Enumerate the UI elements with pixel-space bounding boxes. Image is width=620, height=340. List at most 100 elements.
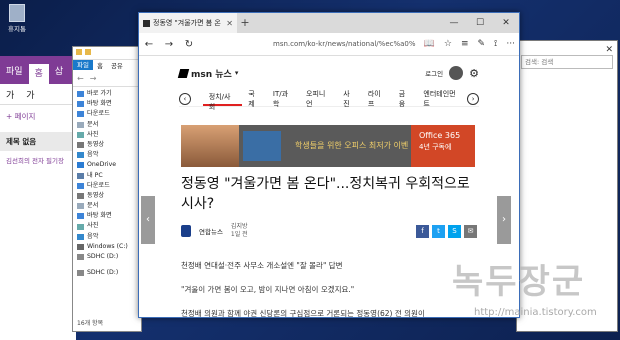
author-info: 김지방 1일 전 [230,223,248,238]
tree-item[interactable]: 동영상 [73,191,141,201]
nav-item-it[interactable]: IT/과학 [267,89,300,109]
share-buttons: f t S ✉ [416,224,477,238]
favorite-star-icon[interactable]: ☆ [444,39,452,49]
onenote-tab-file[interactable]: 파일 [0,64,29,77]
tree-item[interactable]: 다운로드 [73,181,141,191]
tree-item[interactable]: 사진 [73,221,141,231]
nav-item-world[interactable]: 국제 [242,89,267,109]
more-icon[interactable]: ··· [506,39,515,49]
font-button[interactable]: 가 [0,88,20,101]
add-page-button[interactable]: + 페이지 [0,105,76,132]
article-paragraph: 천정배 의원과 함께 야권 신당론의 구심점으로 거론되는 정동영(62) 전 … [181,309,425,317]
tree-item[interactable]: 문서 [73,120,141,130]
download-icon [77,111,84,118]
close-tab-icon[interactable]: ✕ [226,19,233,28]
font-style-button[interactable]: 가 [20,88,40,101]
tree-item[interactable]: 사진 [73,130,141,140]
page-title[interactable]: 제목 없음 [0,132,76,151]
search-input[interactable]: 검색: 검색 [521,55,613,69]
web-note-icon[interactable]: ✎ [478,39,486,49]
close-icon[interactable]: ✕ [605,45,613,55]
back-button[interactable]: ← [143,39,155,50]
picture-icon [77,131,84,138]
close-window-button[interactable]: ✕ [493,13,519,33]
article-paragraph: "겨울이 가면 봄이 오고, 밤이 지나면 아침이 오겠지요." [181,285,355,294]
new-tab-button[interactable]: + [237,13,253,33]
tree-item[interactable]: SDHC (D:) [73,268,141,278]
tree-item[interactable]: 내 PC [73,171,141,181]
category-nav: ‹ 정치/사회 국제 IT/과학 오피니언 사진 라이프 금융 엔터테인먼트 › [179,89,479,111]
tree-item[interactable]: 다운로드 [73,109,141,119]
tree-item[interactable]: 바탕 화면 [73,211,141,221]
share-icon[interactable]: ⟟ [494,39,497,49]
email-icon[interactable]: ✉ [464,224,477,238]
tree-item[interactable]: 음악 [73,150,141,160]
article-headline: 정동영 "겨울가면 봄 온다"...정치복귀 우회적으로 시사? [181,176,470,212]
reading-view-icon[interactable]: 📖 [424,39,435,49]
onenote-tab-insert[interactable]: 삽 [49,64,69,77]
tree-item[interactable]: 바탕 화면 [73,99,141,109]
hub-icon[interactable]: ≡ [461,39,469,49]
explorer-menu-share[interactable]: 공유 [107,60,127,70]
explorer-menu-home[interactable]: 홈 [93,60,107,70]
onenote-tab-home[interactable]: 홈 [28,64,49,84]
nav-item-life[interactable]: 라이프 [362,89,393,109]
tree-item[interactable]: 동영상 [73,140,141,150]
recycle-bin-icon [9,4,25,22]
download-icon [77,182,84,189]
nav-prev-icon[interactable]: ‹ [179,93,191,105]
watermark-text: 녹두장군 [452,262,586,302]
recycle-bin[interactable]: 휴지통 [6,4,28,33]
signin-link[interactable]: 로그인 [425,68,443,78]
refresh-button[interactable]: ↻ [183,39,195,50]
drive-icon [77,254,84,261]
cloud-icon [77,162,84,169]
gear-icon[interactable]: ⚙ [469,67,479,80]
tree-item[interactable]: 바로 가기 [73,89,141,99]
status-count: 16개 항목 [77,320,104,327]
maximize-button[interactable]: ☐ [467,13,493,33]
address-bar: ← → ↻ msn.com/ko-kr/news/national/%ec%a0… [139,33,519,56]
document-icon [77,203,84,210]
twitter-icon[interactable]: t [432,224,445,238]
msn-logo[interactable]: msn 뉴스 ▾ [177,67,238,80]
notebook-name[interactable]: 김선희의 전자 필기장 [0,151,76,169]
nav-item-finance[interactable]: 금융 [393,89,418,109]
office365-badge: Office 365 4년 구독에 [411,125,475,167]
tree-item[interactable]: SDHC (D:) [73,252,141,262]
nav-item-entertainment[interactable]: 엔터테인먼트 [417,89,467,109]
forward-arrow-icon[interactable]: → [90,74,97,83]
nav-next-icon[interactable]: › [467,93,479,105]
source-name[interactable]: 연합뉴스 [199,226,223,236]
ad-banner[interactable]: 학생들을 위한 오피스 최저가 이벤트 Office 365 4년 구독에 [181,125,475,167]
onenote-ribbon: 가 가 [0,84,76,105]
explorer-nav: ← → [73,70,141,87]
desktop-icon [77,101,84,108]
nav-item-photo[interactable]: 사진 [337,89,362,109]
minimize-button[interactable]: — [441,13,467,33]
forward-button[interactable]: → [163,39,175,50]
tree-item[interactable]: Windows (C:) [73,242,141,252]
desktop-icon [77,213,84,220]
next-article-arrow-icon[interactable]: › [497,196,511,244]
nav-item-politics[interactable]: 정치/사회 [202,92,243,111]
avatar[interactable] [449,66,464,80]
nav-item-opinion[interactable]: 오피니언 [300,89,337,109]
article-paragraph: 천정배 연대설·전주 사무소 개소설엔 "잘 몰라" 답변 [181,261,343,270]
tree-item[interactable]: OneDrive [73,160,141,170]
star-icon [77,91,84,98]
pc-icon [77,172,84,179]
url-field[interactable]: msn.com/ko-kr/news/national/%ec%a0%95%eb… [203,40,416,48]
ad-text: 학생들을 위한 오피스 최저가 이벤트 [295,141,409,150]
prev-article-arrow-icon[interactable]: ‹ [141,196,155,244]
skype-icon[interactable]: S [448,224,461,238]
back-arrow-icon[interactable]: ← [77,74,84,83]
browser-tab[interactable]: 정동영 "겨울가면 봄 온 ✕ [139,13,237,33]
video-icon [77,192,84,199]
facebook-icon[interactable]: f [416,224,429,238]
explorer-menu-file[interactable]: 파일 [73,60,93,70]
tab-bar: 정동영 "겨울가면 봄 온 ✕ + — ☐ ✕ [139,13,519,33]
office-box-image [243,131,281,161]
tree-item[interactable]: 문서 [73,201,141,211]
tree-item[interactable]: 음악 [73,232,141,242]
